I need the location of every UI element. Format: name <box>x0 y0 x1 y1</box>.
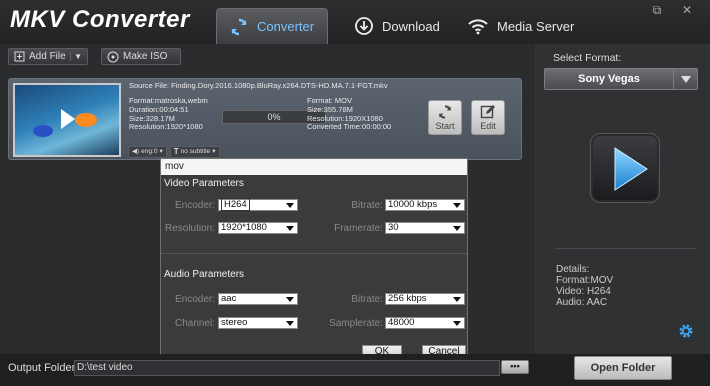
tab-media-server-label: Media Server <box>497 18 575 34</box>
progress-text: 0% <box>267 112 281 122</box>
sony-vegas-logo <box>590 133 660 203</box>
audio-bitrate-value: 256 kbps <box>388 293 427 304</box>
close-icon[interactable]: ✕ <box>680 3 694 17</box>
select-format-label: Select Format: <box>553 52 622 64</box>
tab-media-server[interactable]: Media Server <box>455 8 586 44</box>
chevron-down-icon[interactable]: ▼ <box>70 52 82 61</box>
edit-button[interactable]: Edit <box>471 100 505 135</box>
video-thumbnail[interactable] <box>13 83 121 157</box>
format-select-value: Sony Vegas <box>578 73 640 85</box>
video-bitrate-select[interactable]: 10000 kbps <box>385 199 465 211</box>
samplerate-value: 48000 <box>388 317 415 328</box>
audio-parameters-heading: Audio Parameters <box>164 269 245 280</box>
framerate-label: Framerate: <box>334 223 383 234</box>
refresh-icon <box>231 18 247 35</box>
chevron-down-icon <box>450 318 464 328</box>
framerate-value: 30 <box>388 222 399 233</box>
channel-value: stereo <box>221 317 248 328</box>
chevron-down-icon <box>283 200 297 210</box>
audio-encoder-select[interactable]: aac <box>218 293 298 305</box>
encoder-select[interactable]: H264 <box>218 198 298 211</box>
wifi-icon <box>468 19 488 35</box>
make-iso-label: Make ISO <box>123 51 168 62</box>
converted-time: Converted Time:00:00:00 <box>307 122 392 132</box>
audio-bitrate-label: Bitrate: <box>351 294 383 305</box>
source-info: Format:matroska,webm Duration:00:04:51 S… <box>129 96 208 132</box>
output-folder-input[interactable]: D:\test video <box>74 360 500 376</box>
resolution-select[interactable]: 1920*1080 <box>218 222 298 234</box>
chevron-down-icon <box>450 223 464 233</box>
encoder-value: H264 <box>221 198 250 211</box>
source-resolution: Resolution:1920*1080 <box>129 122 203 132</box>
chevron-down-icon <box>450 294 464 304</box>
refresh-icon <box>438 105 452 119</box>
app-window: MKV Converter Converter Download Media S… <box>0 0 710 386</box>
video-bitrate-value: 10000 kbps <box>388 199 438 210</box>
download-icon <box>355 17 373 35</box>
chevron-down-icon <box>283 318 297 328</box>
dialog-title: mov <box>161 159 467 175</box>
track-row: ◀) eng:0 ▾ T no subtitle ▾ <box>128 146 220 158</box>
play-icon <box>614 147 648 191</box>
restore-icon[interactable]: ⧉ <box>650 3 664 17</box>
audio-track-select[interactable]: ◀) eng:0 ▾ <box>128 146 167 158</box>
start-label: Start <box>435 121 455 131</box>
chevron-down-icon: ▾ <box>212 148 216 155</box>
subtitle-select[interactable]: T no subtitle ▾ <box>169 146 220 158</box>
details-video: Video: H264 <box>556 286 611 297</box>
chevron-down-icon <box>283 223 297 233</box>
channel-label: Channel: <box>174 318 215 329</box>
open-folder-button[interactable]: Open Folder <box>574 356 672 380</box>
output-info: Format: MOV Size:355.78M Resolution:1920… <box>307 96 392 132</box>
section-divider <box>161 253 467 254</box>
disc-icon <box>107 51 119 62</box>
add-file-icon <box>14 51 25 62</box>
channel-select[interactable]: stereo <box>218 317 298 329</box>
format-select[interactable]: Sony Vegas <box>544 68 698 90</box>
source-file: Source File: Finding.Dory.2016.1080p.Blu… <box>129 81 388 90</box>
video-parameters-heading: Video Parameters <box>164 178 244 189</box>
details-format: Format:MOV <box>556 275 614 286</box>
details-audio: Audio: AAC <box>556 297 608 308</box>
tab-download[interactable]: Download <box>342 8 452 44</box>
gear-icon[interactable] <box>678 323 694 342</box>
subtitle-icon: T <box>173 147 179 156</box>
app-title: MKV Converter <box>10 6 190 33</box>
make-iso-button[interactable]: Make ISO <box>101 48 181 65</box>
edit-icon <box>480 105 495 119</box>
tab-converter[interactable]: Converter <box>216 8 328 44</box>
samplerate-label: Samplerate: <box>329 318 383 329</box>
add-file-button[interactable]: Add File ▼ <box>8 48 88 65</box>
resolution-label: Resolution: <box>164 223 215 234</box>
chevron-down-icon <box>283 294 297 304</box>
audio-encoder-label: Encoder: <box>174 294 215 305</box>
play-icon[interactable] <box>61 109 75 129</box>
separator <box>555 248 697 249</box>
browse-button[interactable]: ••• <box>501 360 529 374</box>
chevron-down-icon[interactable] <box>673 69 697 89</box>
encoder-label: Encoder: <box>174 200 215 211</box>
tab-converter-label: Converter <box>257 19 315 34</box>
video-bitrate-label: Bitrate: <box>351 200 383 211</box>
file-item[interactable]: Source File: Finding.Dory.2016.1080p.Blu… <box>8 78 522 160</box>
subtitle-value: no subtitle <box>180 148 211 155</box>
tab-download-label: Download <box>382 18 440 34</box>
output-folder-label: Output Folder: <box>8 362 79 374</box>
audio-bitrate-select[interactable]: 256 kbps <box>385 293 465 305</box>
resolution-value: 1920*1080 <box>221 222 267 233</box>
speaker-icon: ◀) <box>132 148 140 155</box>
chevron-down-icon: ▾ <box>159 148 163 155</box>
start-button[interactable]: Start <box>428 100 462 135</box>
thumbnail-fish <box>33 125 53 137</box>
framerate-select[interactable]: 30 <box>385 222 465 234</box>
audio-track-value: eng:0 <box>141 148 158 155</box>
format-settings-dialog: mov Video Parameters Encoder: H264 Bitra… <box>160 158 468 358</box>
chevron-down-icon <box>450 200 464 210</box>
add-file-label: Add File <box>29 51 66 62</box>
samplerate-select[interactable]: 48000 <box>385 317 465 329</box>
edit-label: Edit <box>480 121 496 131</box>
audio-encoder-value: aac <box>221 293 237 304</box>
thumbnail-fish <box>75 113 97 127</box>
details-heading: Details: <box>556 264 590 275</box>
